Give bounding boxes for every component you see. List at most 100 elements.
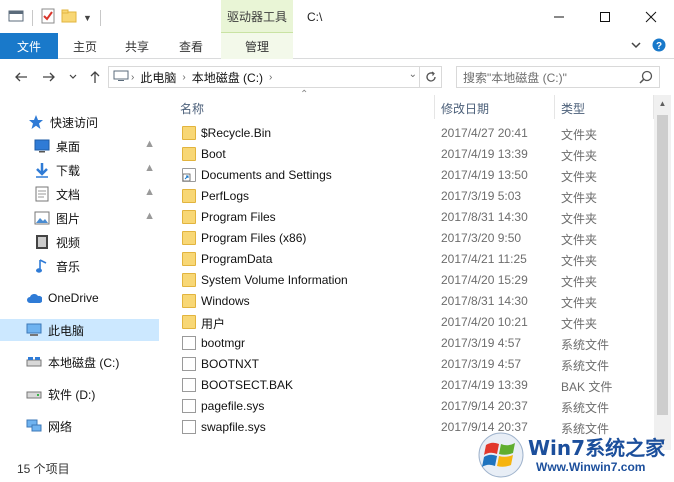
nav-videos[interactable]: 视频 bbox=[0, 231, 159, 253]
nav-desktop[interactable]: 桌面 ▲ bbox=[0, 135, 159, 157]
table-row[interactable]: Windows 2017/8/31 14:30 文件夹 bbox=[162, 291, 654, 312]
table-row[interactable]: Program Files (x86) 2017/3/20 9:50 文件夹 bbox=[162, 228, 654, 249]
table-row[interactable]: pagefile.sys 2017/9/14 20:37 系统文件 bbox=[162, 396, 654, 417]
up-arrow-icon bbox=[90, 71, 100, 83]
table-row[interactable]: BOOTNXT 2017/3/19 4:57 系统文件 bbox=[162, 354, 654, 375]
properties-icon[interactable] bbox=[41, 8, 55, 27]
scroll-thumb[interactable] bbox=[657, 115, 668, 415]
back-button[interactable] bbox=[12, 68, 30, 86]
nav-downloads[interactable]: 下载 ▲ bbox=[0, 159, 159, 181]
file-date: 2017/3/19 4:57 bbox=[441, 336, 522, 350]
toolbar-separator bbox=[32, 9, 33, 26]
file-name[interactable]: swapfile.sys bbox=[201, 420, 266, 434]
nav-music[interactable]: 音乐 bbox=[0, 255, 159, 277]
nav-network[interactable]: 网络 bbox=[0, 415, 159, 437]
file-type: 文件夹 bbox=[561, 149, 598, 163]
maximize-button[interactable] bbox=[582, 0, 628, 33]
new-folder-icon[interactable] bbox=[61, 9, 77, 26]
pin-icon[interactable]: ▲ bbox=[144, 186, 155, 198]
file-name[interactable]: System Volume Information bbox=[201, 273, 348, 287]
file-type: 文件夹 bbox=[561, 296, 598, 310]
close-icon bbox=[645, 11, 657, 22]
refresh-button[interactable] bbox=[419, 67, 441, 87]
tab-file[interactable]: 文件 bbox=[0, 33, 58, 59]
pin-icon[interactable]: ▲ bbox=[144, 138, 155, 150]
video-icon bbox=[34, 234, 50, 250]
table-row[interactable]: PerfLogs 2017/3/19 5:03 文件夹 bbox=[162, 186, 654, 207]
nav-label: 视频 bbox=[56, 235, 81, 250]
nav-drive-d[interactable]: 软件 (D:) bbox=[0, 383, 159, 405]
nav-quick-access[interactable]: 快速访问 bbox=[0, 111, 159, 133]
tab-share[interactable]: 共享 bbox=[112, 33, 162, 59]
table-row[interactable]: 用户 2017/4/20 10:21 文件夹 bbox=[162, 312, 654, 333]
file-name[interactable]: PerfLogs bbox=[201, 189, 249, 203]
table-row[interactable]: Boot 2017/4/19 13:39 文件夹 bbox=[162, 144, 654, 165]
table-row[interactable]: $Recycle.Bin 2017/4/27 20:41 文件夹 bbox=[162, 123, 654, 144]
file-name[interactable]: ProgramData bbox=[201, 252, 272, 266]
tab-manage[interactable]: 管理 bbox=[221, 33, 293, 59]
file-name[interactable]: Documents and Settings bbox=[201, 168, 332, 182]
nav-drive-c[interactable]: 本地磁盘 (C:) bbox=[0, 351, 159, 373]
nav-documents[interactable]: 文档 ▲ bbox=[0, 183, 159, 205]
file-type: 系统文件 bbox=[561, 401, 610, 415]
search-input[interactable]: 搜索"本地磁盘 (C:)" bbox=[456, 66, 660, 88]
pin-icon[interactable]: ▲ bbox=[144, 162, 155, 174]
explorer-icon[interactable] bbox=[8, 9, 24, 26]
expand-ribbon-icon[interactable] bbox=[630, 39, 642, 54]
file-name[interactable]: Boot bbox=[201, 147, 226, 161]
file-type: 文件夹 bbox=[561, 191, 598, 205]
table-row[interactable]: ProgramData 2017/4/21 11:25 文件夹 bbox=[162, 249, 654, 270]
table-row[interactable]: Program Files 2017/8/31 14:30 文件夹 bbox=[162, 207, 654, 228]
tab-home[interactable]: 主页 bbox=[60, 33, 110, 59]
table-row[interactable]: BOOTSECT.BAK 2017/4/19 13:39 BAK 文件 bbox=[162, 375, 654, 396]
minimize-button[interactable] bbox=[536, 0, 582, 33]
up-button[interactable] bbox=[86, 68, 104, 86]
file-name[interactable]: Program Files bbox=[201, 210, 276, 224]
nav-this-pc[interactable]: 此电脑 bbox=[0, 319, 159, 341]
file-name[interactable]: bootmgr bbox=[201, 336, 245, 350]
pin-icon[interactable]: ▲ bbox=[144, 210, 155, 222]
column-header-date[interactable]: 修改日期 bbox=[441, 100, 489, 117]
address-bar[interactable]: › 此电脑 › 本地磁盘 (C:) › ⌄ bbox=[108, 66, 442, 88]
file-name[interactable]: BOOTSECT.BAK bbox=[201, 378, 293, 392]
tab-view[interactable]: 查看 bbox=[166, 33, 216, 59]
item-count: 15 个项目 bbox=[17, 462, 70, 476]
star-icon bbox=[28, 114, 44, 130]
file-type: 文件夹 bbox=[561, 233, 598, 247]
table-row[interactable]: bootmgr 2017/3/19 4:57 系统文件 bbox=[162, 333, 654, 354]
nav-label: 此电脑 bbox=[48, 323, 85, 338]
recent-locations-button[interactable] bbox=[64, 68, 82, 86]
file-name[interactable]: Windows bbox=[201, 294, 250, 308]
title-bar: ▼ 驱动器工具 C:\ bbox=[0, 0, 674, 33]
search-icon[interactable] bbox=[639, 70, 653, 87]
column-header-name[interactable]: 名称 bbox=[180, 100, 204, 117]
table-row[interactable]: System Volume Information 2017/4/20 15:29… bbox=[162, 270, 654, 291]
vertical-scrollbar[interactable]: ▲ ▼ bbox=[654, 95, 671, 450]
nav-label: 软件 (D:) bbox=[48, 387, 96, 402]
close-button[interactable] bbox=[628, 0, 674, 33]
table-row[interactable]: Documents and Settings 2017/4/19 13:50 文件夹 bbox=[162, 165, 654, 186]
file-name[interactable]: $Recycle.Bin bbox=[201, 126, 271, 140]
forward-button[interactable] bbox=[40, 68, 58, 86]
customize-toolbar-icon[interactable]: ▼ bbox=[83, 13, 92, 23]
file-name[interactable]: pagefile.sys bbox=[201, 399, 264, 413]
file-name[interactable]: 用户 bbox=[201, 315, 225, 332]
address-row: › 此电脑 › 本地磁盘 (C:) › ⌄ 搜索"本地磁盘 (C:)" bbox=[0, 60, 674, 94]
file-name[interactable]: Program Files (x86) bbox=[201, 231, 306, 245]
scroll-up-arrow-icon[interactable]: ▲ bbox=[654, 95, 671, 112]
file-type: 文件夹 bbox=[561, 317, 598, 331]
nav-pictures[interactable]: 图片 ▲ bbox=[0, 207, 159, 229]
breadcrumb-this-pc[interactable]: 此电脑 bbox=[136, 69, 180, 86]
column-divider[interactable] bbox=[434, 95, 435, 119]
nav-label: 文档 bbox=[56, 187, 81, 202]
nav-onedrive[interactable]: OneDrive bbox=[0, 287, 159, 309]
file-type: BAK 文件 bbox=[561, 380, 613, 394]
file-name[interactable]: BOOTNXT bbox=[201, 357, 259, 371]
address-dropdown-icon[interactable]: ⌄ bbox=[409, 69, 417, 80]
file-type: 文件夹 bbox=[561, 254, 598, 268]
column-divider[interactable] bbox=[554, 95, 555, 119]
watermark-url: Www.Winwin7.com bbox=[536, 460, 646, 474]
help-icon[interactable]: ? bbox=[652, 38, 666, 55]
breadcrumb-local-disk[interactable]: 本地磁盘 (C:) bbox=[188, 69, 267, 86]
column-header-type[interactable]: 类型 bbox=[561, 100, 585, 117]
